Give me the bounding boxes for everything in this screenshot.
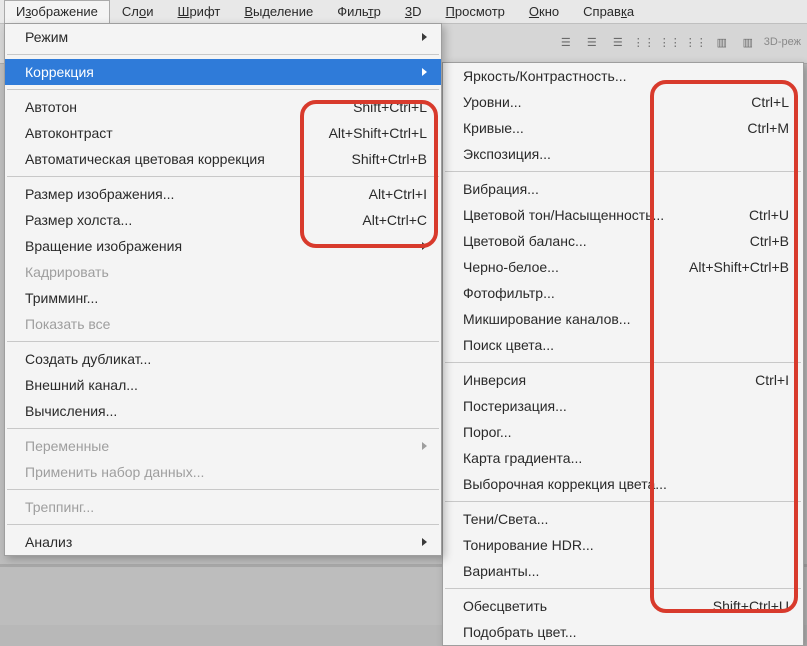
menu-reveal-all: Показать все	[5, 311, 441, 337]
menubar-view[interactable]: Просмотр	[434, 0, 517, 23]
menu-curves[interactable]: Кривые... Ctrl+M	[443, 115, 803, 141]
menu-separator	[445, 588, 801, 589]
submenu-arrow-icon	[422, 33, 427, 41]
menu-shadows-highlights[interactable]: Тени/Света...	[443, 506, 803, 532]
menu-brightness-contrast[interactable]: Яркость/Контрастность...	[443, 63, 803, 89]
menu-mode[interactable]: Режим	[5, 24, 441, 50]
menu-variables: Переменные	[5, 433, 441, 459]
menu-adjustments[interactable]: Коррекция	[5, 59, 441, 85]
menu-desaturate[interactable]: Обесцветить Shift+Ctrl+U	[443, 593, 803, 619]
menu-apply-image[interactable]: Внешний канал...	[5, 372, 441, 398]
distribute-icon[interactable]: ⋮⋮	[686, 32, 706, 52]
menu-color-balance[interactable]: Цветовой баланс... Ctrl+B	[443, 228, 803, 254]
align-icon[interactable]: ☰	[556, 32, 576, 52]
submenu-arrow-icon	[422, 242, 427, 250]
menu-bar: Изображение Слои Шрифт Выделение Фильтр …	[0, 0, 807, 24]
menu-trap: Треппинг...	[5, 494, 441, 520]
menubar-layers[interactable]: Слои	[110, 0, 166, 23]
menubar-image[interactable]: Изображение	[4, 0, 110, 23]
mode-label-3d[interactable]: 3D-реж	[764, 36, 801, 48]
menu-separator	[445, 171, 801, 172]
panel-icon[interactable]: ▥	[712, 32, 732, 52]
menubar-help[interactable]: Справка	[571, 0, 646, 23]
menu-analysis[interactable]: Анализ	[5, 529, 441, 555]
menu-autotone[interactable]: Автотон Shift+Ctrl+L	[5, 94, 441, 120]
menu-separator	[7, 524, 439, 525]
menubar-select[interactable]: Выделение	[232, 0, 325, 23]
menu-separator	[7, 489, 439, 490]
menu-separator	[445, 362, 801, 363]
panel-icon[interactable]: ▥	[738, 32, 758, 52]
adjustments-submenu: Яркость/Контрастность... Уровни... Ctrl+…	[442, 62, 804, 646]
menu-color-lookup[interactable]: Поиск цвета...	[443, 332, 803, 358]
align-icon[interactable]: ☰	[582, 32, 602, 52]
menu-canvas-size[interactable]: Размер холста... Alt+Ctrl+C	[5, 207, 441, 233]
menubar-filter[interactable]: Фильтр	[325, 0, 393, 23]
menu-apply-data-set: Применить набор данных...	[5, 459, 441, 485]
menu-image-size[interactable]: Размер изображения... Alt+Ctrl+I	[5, 181, 441, 207]
menu-black-white[interactable]: Черно-белое... Alt+Shift+Ctrl+B	[443, 254, 803, 280]
menu-posterize[interactable]: Постеризация...	[443, 393, 803, 419]
menu-selective-color[interactable]: Выборочная коррекция цвета...	[443, 471, 803, 497]
menu-crop: Кадрировать	[5, 259, 441, 285]
menu-threshold[interactable]: Порог...	[443, 419, 803, 445]
menu-separator	[7, 54, 439, 55]
menu-trim[interactable]: Тримминг...	[5, 285, 441, 311]
menu-exposure[interactable]: Экспозиция...	[443, 141, 803, 167]
submenu-arrow-icon	[422, 538, 427, 546]
submenu-arrow-icon	[422, 68, 427, 76]
menu-hue-saturation[interactable]: Цветовой тон/Насыщенность... Ctrl+U	[443, 202, 803, 228]
distribute-icon[interactable]: ⋮⋮	[660, 32, 680, 52]
menu-calculations[interactable]: Вычисления...	[5, 398, 441, 424]
menu-gradient-map[interactable]: Карта градиента...	[443, 445, 803, 471]
menu-duplicate[interactable]: Создать дубликат...	[5, 346, 441, 372]
align-icon[interactable]: ☰	[608, 32, 628, 52]
menubar-type[interactable]: Шрифт	[166, 0, 233, 23]
distribute-icon[interactable]: ⋮⋮	[634, 32, 654, 52]
submenu-arrow-icon	[422, 442, 427, 450]
menu-variations[interactable]: Варианты...	[443, 558, 803, 584]
menu-separator	[7, 341, 439, 342]
menu-levels[interactable]: Уровни... Ctrl+L	[443, 89, 803, 115]
menu-separator	[7, 428, 439, 429]
menu-invert[interactable]: Инверсия Ctrl+I	[443, 367, 803, 393]
menu-channel-mixer[interactable]: Микширование каналов...	[443, 306, 803, 332]
menu-hdr-toning[interactable]: Тонирование HDR...	[443, 532, 803, 558]
image-menu: Режим Коррекция Автотон Shift+Ctrl+L Авт…	[4, 23, 442, 556]
menu-separator	[7, 89, 439, 90]
menu-match-color[interactable]: Подобрать цвет...	[443, 619, 803, 645]
menu-autocontrast[interactable]: Автоконтраст Alt+Shift+Ctrl+L	[5, 120, 441, 146]
menubar-3d[interactable]: 3D	[393, 0, 434, 23]
menu-image-rotation[interactable]: Вращение изображения	[5, 233, 441, 259]
menu-photo-filter[interactable]: Фотофильтр...	[443, 280, 803, 306]
menu-separator	[445, 501, 801, 502]
menu-autocolor[interactable]: Автоматическая цветовая коррекция Shift+…	[5, 146, 441, 172]
menu-separator	[7, 176, 439, 177]
menubar-window[interactable]: Окно	[517, 0, 571, 23]
menu-vibrance[interactable]: Вибрация...	[443, 176, 803, 202]
